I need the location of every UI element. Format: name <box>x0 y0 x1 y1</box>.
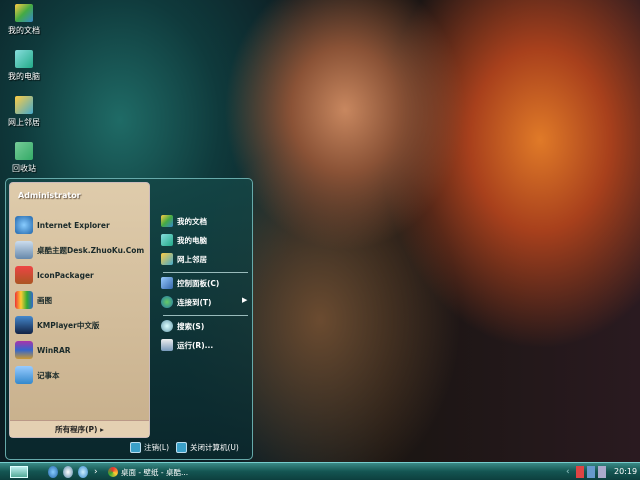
program-label: 画图 <box>37 295 52 305</box>
program-label: WinRAR <box>37 345 71 355</box>
media-quicklaunch-icon[interactable] <box>63 466 73 478</box>
menu-label: 我的电脑 <box>177 235 207 245</box>
logoff-icon <box>130 442 141 453</box>
paint-icon <box>15 291 33 309</box>
menu-control-panel[interactable]: 控制面板(C) <box>161 277 219 289</box>
program-label: KMPlayer中文版 <box>37 320 100 330</box>
start-menu: Administrator Internet Explorer 桌酷主题Desk… <box>5 178 253 460</box>
quicklaunch-chevron[interactable]: › <box>94 466 98 478</box>
chrome-icon <box>108 467 118 477</box>
program-label: Internet Explorer <box>37 220 110 230</box>
globe-icon <box>161 296 173 308</box>
menu-label: 运行(R)... <box>177 340 214 350</box>
programs-pane: Administrator Internet Explorer 桌酷主题Desk… <box>9 182 150 438</box>
program-label: 记事本 <box>37 370 60 380</box>
icon-label: 回收站 <box>12 164 36 173</box>
power-icon <box>176 442 187 453</box>
kmplayer-icon <box>15 316 33 334</box>
taskbar-task[interactable]: 桌面 - 壁纸 - 桌酷... <box>108 466 198 478</box>
menu-label: 搜索(S) <box>177 321 205 331</box>
logoff-label: 注销(L) <box>144 443 170 452</box>
user-name: Administrator <box>18 191 81 200</box>
all-programs-label: 所有程序(P) <box>55 425 98 434</box>
icon-label: 我的电脑 <box>8 72 40 81</box>
ie-icon <box>15 216 33 234</box>
program-internet-explorer[interactable]: Internet Explorer <box>15 216 110 234</box>
network-icon <box>15 96 33 114</box>
menu-separator <box>163 272 248 273</box>
desktop-icon-my-documents[interactable]: 我的文档 <box>4 4 44 36</box>
menu-label: 连接到(T) <box>177 297 212 307</box>
program-iconpackager[interactable]: IconPackager <box>15 266 94 284</box>
desktop-icon-my-computer[interactable]: 我的电脑 <box>4 50 44 82</box>
run-icon <box>161 339 173 351</box>
notepad-icon <box>15 366 33 384</box>
my-computer-icon <box>15 50 33 68</box>
tray-network-icon[interactable] <box>587 466 595 478</box>
network-icon <box>161 253 173 265</box>
menu-network[interactable]: 网上邻居 <box>161 253 207 265</box>
program-label: IconPackager <box>37 270 94 280</box>
arrow-right-icon: ▸ <box>100 425 104 434</box>
tray-user-icon[interactable] <box>576 466 584 478</box>
menu-search[interactable]: 搜索(S) <box>161 320 204 332</box>
menu-label: 控制面板(C) <box>177 278 220 288</box>
menu-label: 我的文档 <box>177 216 207 226</box>
tray-ime-icon[interactable] <box>598 466 606 478</box>
icon-label: 网上邻居 <box>8 118 40 127</box>
iconpackager-icon <box>15 266 33 284</box>
winrar-icon <box>15 341 33 359</box>
program-kmplayer[interactable]: KMPlayer中文版 <box>15 316 99 334</box>
all-programs-button[interactable]: 所有程序(P) ▸ <box>10 420 149 437</box>
menu-connect-to[interactable]: 连接到(T) <box>161 296 211 308</box>
icon-label: 我的文档 <box>8 26 40 35</box>
program-zhuoku[interactable]: 桌酷主题Desk.ZhuoKu.Com <box>15 241 144 259</box>
program-paint[interactable]: 画图 <box>15 291 52 309</box>
menu-my-documents[interactable]: 我的文档 <box>161 215 207 227</box>
tray-expand-button[interactable]: ‹ <box>566 466 570 478</box>
control-panel-icon <box>161 277 173 289</box>
ie-quicklaunch-icon[interactable] <box>48 466 58 478</box>
menu-my-computer[interactable]: 我的电脑 <box>161 234 207 246</box>
desktop-icon-recycle-bin[interactable]: 回收站 <box>4 142 44 174</box>
zhuoku-icon <box>15 241 33 259</box>
desktop-icon-network[interactable]: 网上邻居 <box>4 96 44 128</box>
my-documents-icon <box>161 215 173 227</box>
menu-separator <box>163 315 248 316</box>
program-label: 桌酷主题Desk.ZhuoKu.Com <box>37 245 145 255</box>
menu-label: 网上邻居 <box>177 254 207 264</box>
taskbar: › 桌面 - 壁纸 - 桌酷... ‹ 20:19 <box>0 462 640 480</box>
program-winrar[interactable]: WinRAR <box>15 341 71 359</box>
my-documents-icon <box>15 4 33 22</box>
task-label: 桌面 - 壁纸 - 桌酷... <box>121 467 189 477</box>
program-notepad[interactable]: 记事本 <box>15 366 60 384</box>
shutdown-label: 关闭计算机(U) <box>190 443 239 452</box>
menu-run[interactable]: 运行(R)... <box>161 339 213 351</box>
start-button[interactable] <box>10 466 28 478</box>
shutdown-button[interactable]: 关闭计算机(U) <box>176 442 239 453</box>
logoff-button[interactable]: 注销(L) <box>130 442 169 453</box>
browser-quicklaunch-icon[interactable] <box>78 466 88 478</box>
search-icon <box>161 320 173 332</box>
submenu-arrow-icon: ▶ <box>242 296 248 304</box>
my-computer-icon <box>161 234 173 246</box>
recycle-bin-icon <box>15 142 33 160</box>
clock[interactable]: 20:19 <box>614 466 637 478</box>
